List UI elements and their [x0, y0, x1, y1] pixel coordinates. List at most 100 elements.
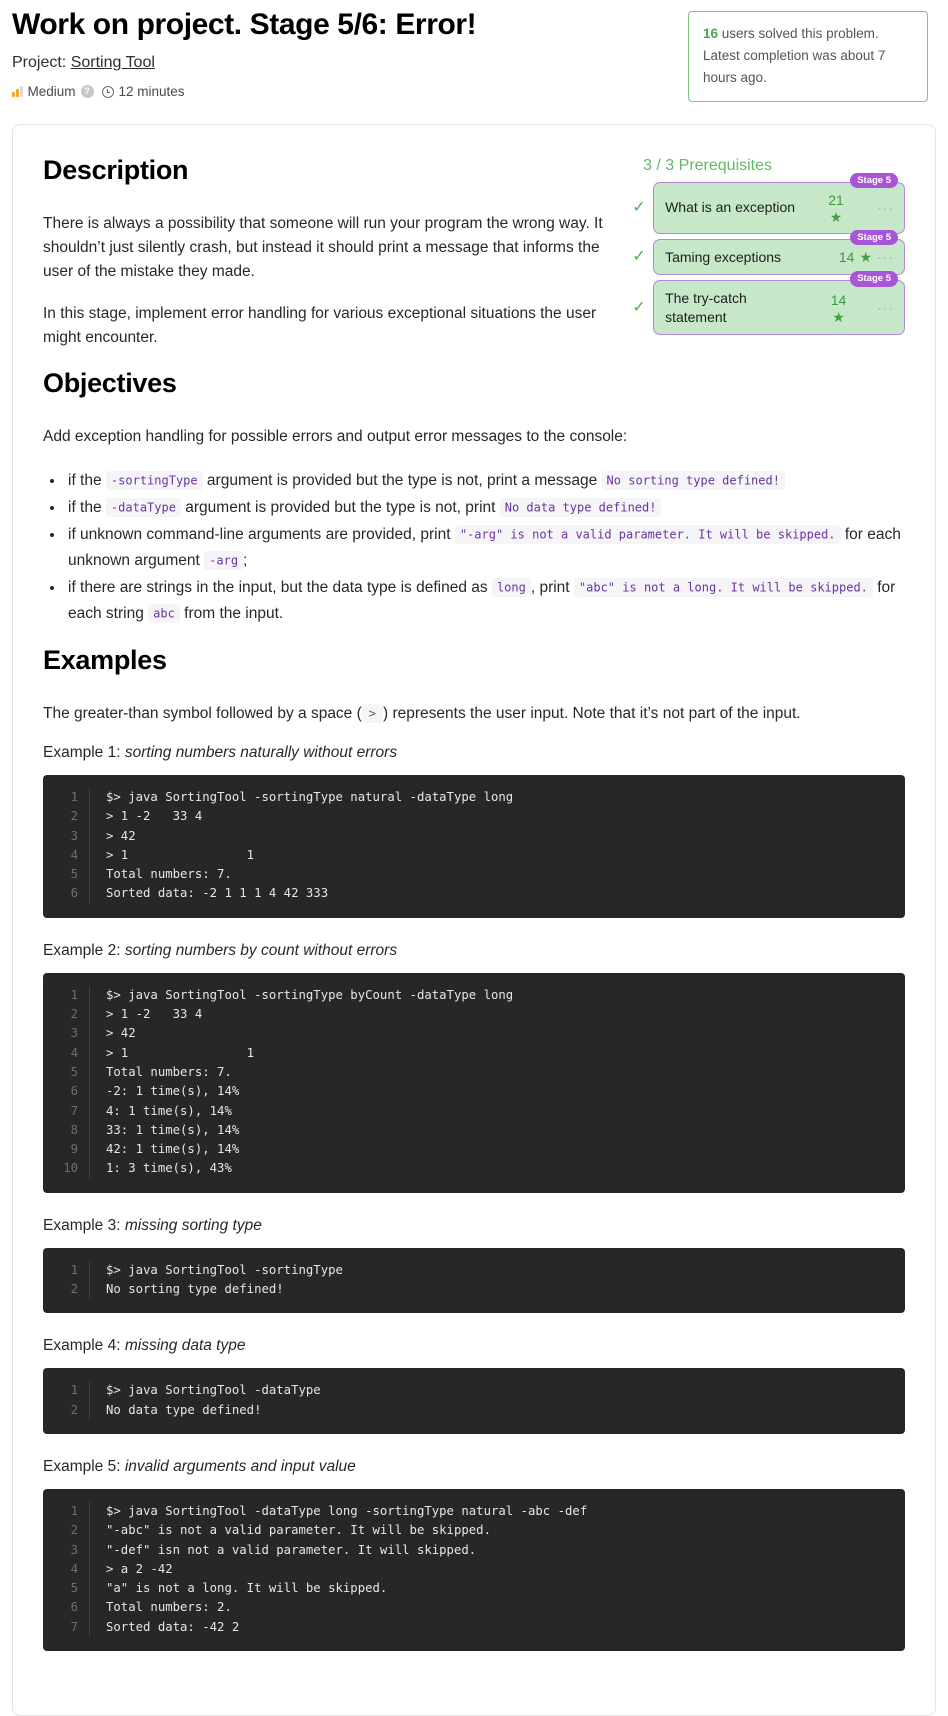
- code-text: $> java SortingTool -dataType: [89, 1381, 905, 1401]
- line-number: 1: [70, 1503, 78, 1518]
- time-meta: 12 minutes: [101, 84, 185, 99]
- objective-item: if unknown command-line arguments are pr…: [65, 522, 905, 574]
- prerequisite-meta: 14 ★ ···: [822, 249, 894, 265]
- inline-code: "abc" is not a long. It will be skipped.: [573, 578, 873, 598]
- example-label-prefix: Example 3:: [43, 1216, 125, 1234]
- code-line: 8 33: 1 time(s), 14%: [43, 1120, 905, 1141]
- code-line: 5 Total numbers: 7.: [43, 865, 905, 885]
- code-text: > 42: [89, 826, 905, 846]
- stage-badge: Stage 5: [850, 229, 898, 246]
- inline-code: No sorting type defined!: [601, 471, 785, 491]
- project-label: Project:: [12, 54, 67, 71]
- objectives-intro: Add exception handling for possible erro…: [43, 428, 628, 446]
- line-number: 3: [70, 1542, 78, 1557]
- code-block: 1 $> java SortingTool -sortingType byCoun…: [43, 972, 905, 1193]
- code-line: 2 "-abc" is not a valid parameter. It wil…: [43, 1521, 905, 1541]
- description-paragraph-2: In this stage, implement error handling …: [43, 305, 597, 347]
- code-line: 1 $> java SortingTool -sortingType: [43, 1260, 905, 1281]
- prerequisite-card-2[interactable]: Stage 5 Taming exceptions 14 ★ ···: [653, 229, 905, 276]
- example-label-prefix: Example 5:: [43, 1457, 125, 1475]
- line-number: 2: [70, 809, 78, 824]
- code-line: 1 $> java SortingTool -dataType long -sor…: [43, 1501, 905, 1522]
- code-text: No sorting type defined!: [89, 1280, 905, 1300]
- description-paragraph-1: There is always a possibility that someo…: [43, 214, 603, 280]
- code-text: "-def" isn not a valid parameter. It wil…: [89, 1540, 905, 1560]
- line-number: 6: [70, 1084, 78, 1099]
- prerequisite-row: ✓ Stage 5 What is an exception 21 ★ ···: [632, 172, 905, 234]
- line-number: 6: [70, 886, 78, 901]
- more-options-icon[interactable]: ···: [877, 201, 894, 215]
- line-number: 9: [70, 1142, 78, 1157]
- code-text: No data type defined!: [89, 1400, 905, 1420]
- code-line: 4 > 1 1: [43, 1043, 905, 1063]
- example-label: Example 1: sorting numbers naturally wit…: [43, 744, 905, 762]
- stage-badge: Stage 5: [850, 172, 898, 189]
- example-label-prefix: Example 1:: [43, 743, 125, 761]
- line-number: 3: [70, 828, 78, 843]
- example-label-prefix: Example 2:: [43, 941, 125, 959]
- example-label-prefix: Example 4:: [43, 1337, 125, 1355]
- code-text: 1: 3 time(s), 43%: [89, 1159, 905, 1179]
- objective-item: if the -sortingType argument is provided…: [65, 468, 905, 494]
- code-line: 9 42: 1 time(s), 14%: [43, 1140, 905, 1160]
- page-title: Work on project. Stage 5/6: Error!: [12, 8, 477, 41]
- code-line: 5 Total numbers: 7.: [43, 1062, 905, 1083]
- code-text: Sorted data: -42 2: [89, 1617, 905, 1637]
- task-page: Work on project. Stage 5/6: Error! Proje…: [0, 0, 948, 1716]
- code-line: 2 > 1 -2 33 4: [43, 1005, 905, 1025]
- code-text: Total numbers: 7.: [89, 865, 905, 885]
- help-icon[interactable]: ?: [80, 85, 94, 98]
- example-label: Example 4: missing data type: [43, 1337, 905, 1355]
- inline-code: abc: [148, 604, 180, 624]
- examples-intro-after: ) represents the user input. Note that i…: [383, 704, 801, 722]
- code-line: 2 > 1 -2 33 4: [43, 807, 905, 827]
- example-label-title: sorting numbers naturally without errors: [124, 743, 398, 761]
- prerequisite-row: ✓ Stage 5 The try-catch statement 14 ★ ·…: [632, 271, 905, 336]
- prompt-symbol-code: >: [361, 704, 384, 724]
- check-icon: ✓: [632, 247, 646, 265]
- line-number: 4: [70, 1045, 78, 1060]
- code-text: > 1 1: [89, 1043, 905, 1063]
- code-line: 10 1: 3 time(s), 43%: [43, 1159, 905, 1179]
- solved-stats-box: 16 users solved this problem. Latest com…: [688, 11, 928, 102]
- prerequisite-row: ✓ Stage 5 Taming exceptions 14 ★ ···: [632, 229, 905, 276]
- project-link[interactable]: Sorting Tool: [71, 54, 155, 71]
- objectives-heading: Objectives: [43, 368, 177, 399]
- code-text: > a 2 -42: [89, 1559, 905, 1580]
- line-number: 7: [70, 1103, 78, 1118]
- prerequisite-card-3[interactable]: Stage 5 The try-catch statement 14 ★ ···: [653, 271, 905, 336]
- difficulty-label: Medium: [27, 84, 76, 99]
- task-card: Description There is always a possibilit…: [12, 123, 936, 1716]
- code-line: 1 $> java SortingTool -sortingType byCoun…: [43, 985, 905, 1006]
- line-number: 1: [70, 987, 78, 1002]
- code-line: 7 Sorted data: -42 2: [43, 1617, 905, 1637]
- description-and-prereqs: Description There is always a possibilit…: [43, 153, 905, 351]
- difficulty-meta: Medium ?: [12, 84, 94, 99]
- line-number: 8: [70, 1122, 78, 1137]
- star-icon: ★: [829, 208, 843, 225]
- line-number: 10: [63, 1161, 78, 1176]
- more-options-icon[interactable]: ···: [877, 250, 894, 264]
- stage-badge: Stage 5: [850, 271, 898, 287]
- objective-item: if the -dataType argument is provided bu…: [65, 495, 905, 521]
- line-number: 1: [70, 1383, 78, 1398]
- example-label-title: missing data type: [124, 1337, 246, 1355]
- line-number: 6: [70, 1600, 78, 1615]
- objective-item: if there are strings in the input, but t…: [65, 575, 905, 627]
- line-number: 2: [70, 1402, 78, 1417]
- inline-code: "-arg" is not a valid parameter. It will…: [454, 525, 841, 545]
- code-line: 1 $> java SortingTool -dataType: [43, 1381, 905, 1401]
- star-icon: ★: [859, 248, 872, 265]
- code-text: 4: 1 time(s), 14%: [89, 1101, 905, 1121]
- example-label-title: invalid arguments and input value: [124, 1457, 356, 1475]
- inline-code: -dataType: [105, 498, 181, 518]
- more-options-icon[interactable]: ···: [877, 301, 894, 315]
- star-icon: ★: [832, 308, 845, 325]
- code-block: 1 $> java SortingTool -dataType long -sor…: [43, 1488, 905, 1651]
- prerequisite-meta: 14 ★: [803, 292, 875, 324]
- prerequisite-card-1[interactable]: Stage 5 What is an exception 21 ★ ···: [653, 172, 905, 234]
- line-number: 2: [70, 1282, 78, 1297]
- code-line: 4 > a 2 -42: [43, 1559, 905, 1580]
- example-label: Example 3: missing sorting type: [43, 1217, 905, 1235]
- line-number: 4: [70, 1561, 78, 1576]
